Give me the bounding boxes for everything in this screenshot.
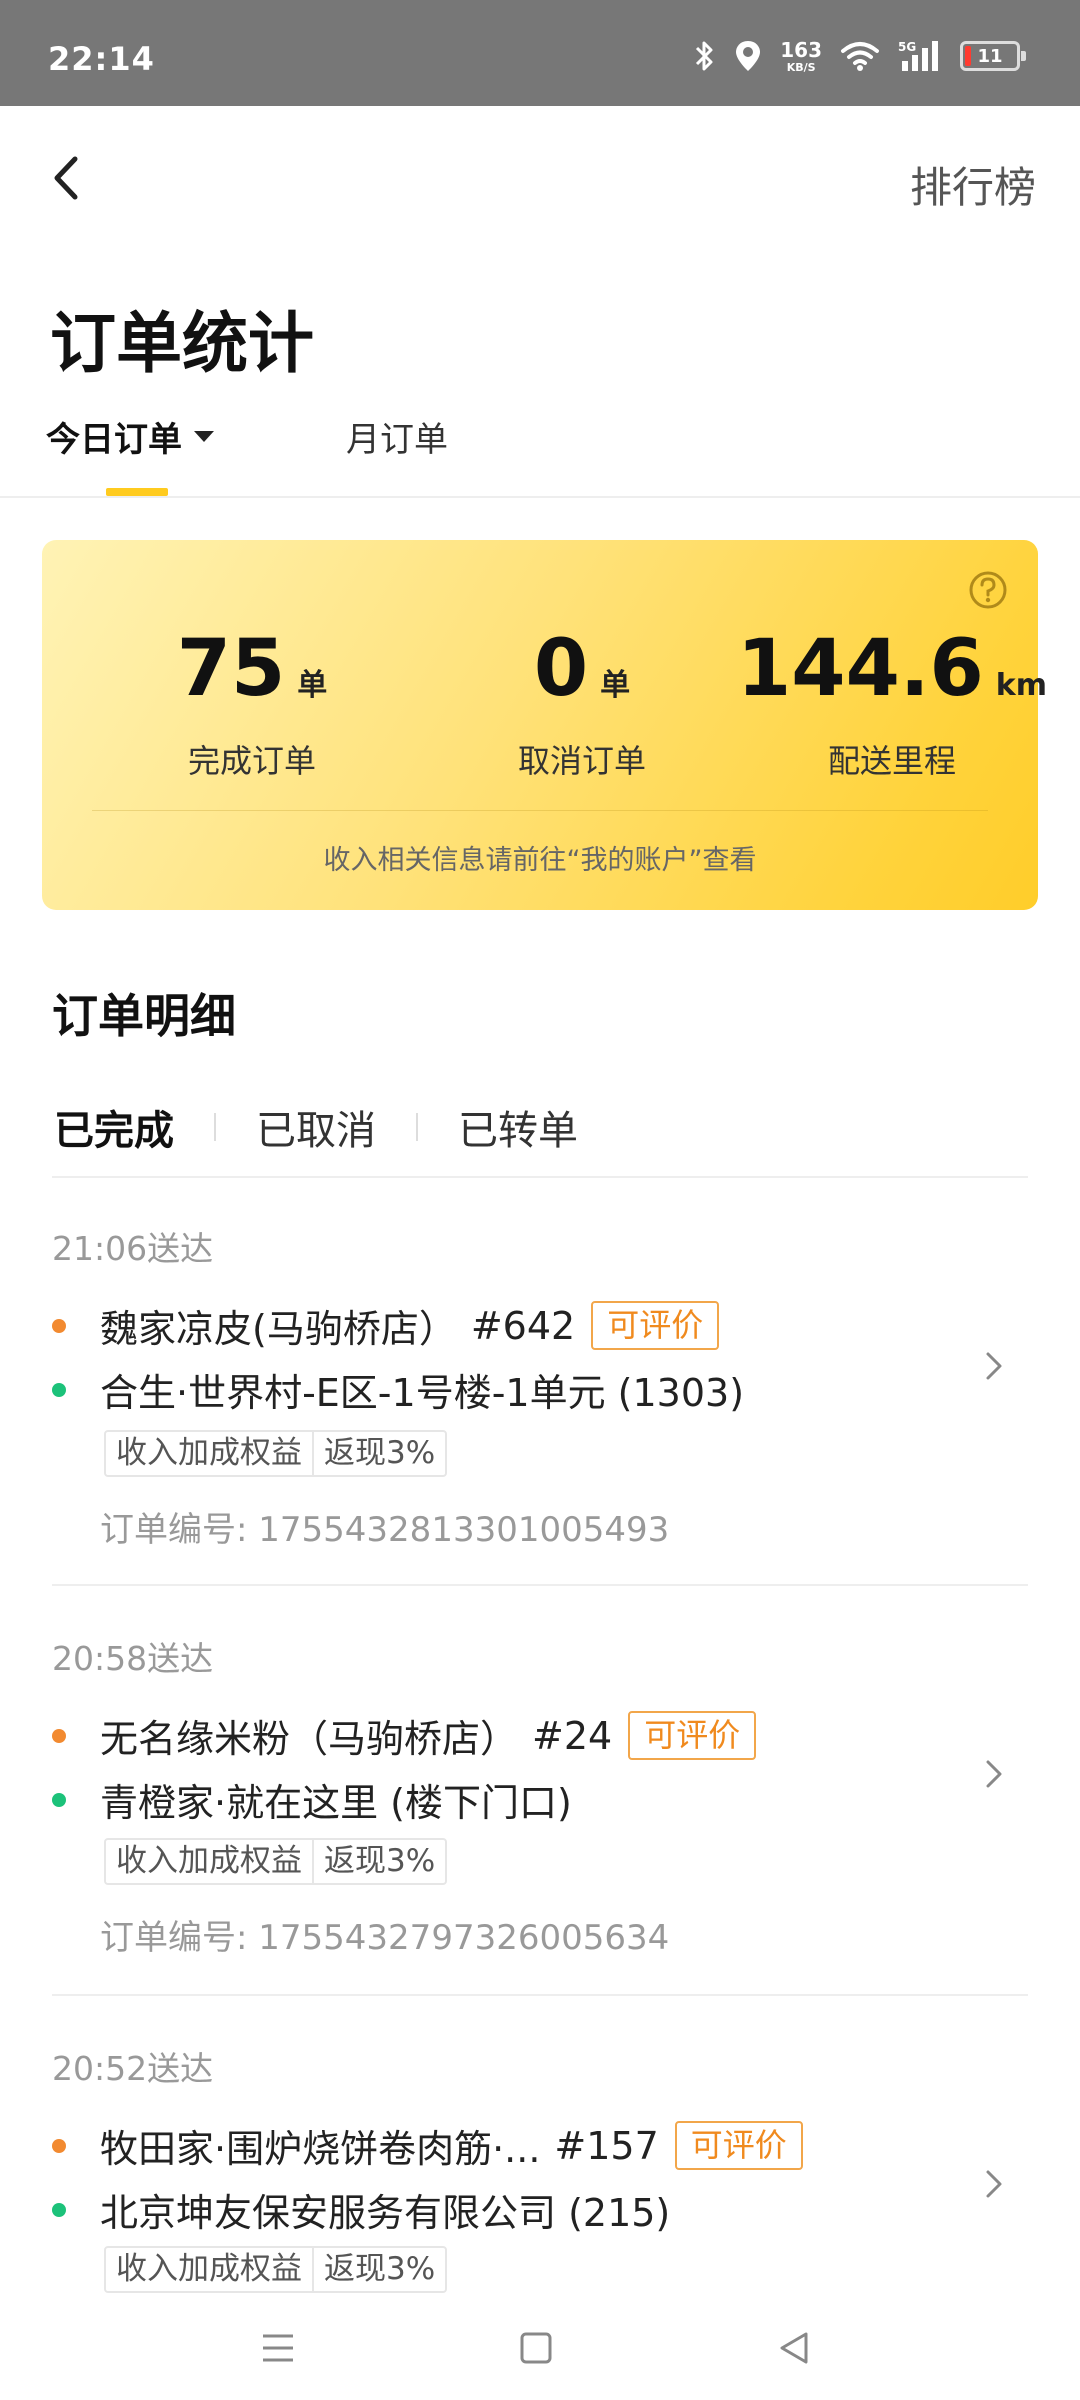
stat-cancelled-orders: 0 单 取消订单 — [432, 630, 732, 782]
order-item[interactable]: 20:58送达 无名缘米粉（马驹桥店） #24 可评价 青橙家·就在这里 (楼下… — [0, 1632, 1080, 1992]
stat-cancelled-unit: 单 — [600, 668, 631, 703]
benefit-tag: 收入加成权益 返现3% — [104, 2246, 448, 2294]
status-time: 22:14 — [48, 40, 155, 78]
tab-today-orders[interactable]: 今日订单 — [46, 412, 214, 461]
chevron-left-icon — [54, 156, 78, 200]
page-title: 订单统计 — [50, 305, 314, 382]
order-delivered-time: 20:58送达 — [52, 1639, 214, 1678]
income-note: 收入相关信息请前往“我的账户”查看 — [323, 845, 757, 876]
svg-text:5G: 5G — [898, 40, 916, 54]
benefit-tag: 收入加成权益 返现3% — [104, 1838, 448, 1886]
tabs-divider — [0, 496, 1080, 498]
stat-cancelled-label: 取消订单 — [517, 742, 646, 780]
status-bar: 22:14 163 KB/S 5G 11 — [0, 0, 1080, 106]
help-icon[interactable] — [968, 570, 1008, 610]
tab-completed[interactable]: 已完成 — [54, 1098, 174, 1156]
store-dot-icon — [52, 1318, 66, 1333]
chevron-right-icon[interactable] — [978, 1754, 1008, 1794]
detail-divider — [52, 1176, 1028, 1178]
tab-month-orders[interactable]: 月订单 — [346, 412, 448, 461]
net-speed-value: 163 — [780, 37, 822, 62]
order-divider — [52, 1994, 1028, 1996]
home-icon[interactable] — [518, 2328, 554, 2368]
stat-completed-value: 75 — [176, 624, 286, 714]
address-dot-icon — [52, 1792, 66, 1807]
benefit-tag-label: 收入加成权益 — [116, 1843, 302, 1879]
stat-completed-orders: 75 单 完成订单 — [102, 630, 402, 782]
location-icon — [736, 41, 761, 71]
detail-title: 订单明细 — [52, 989, 236, 1043]
period-tabs: 今日订单 月订单 — [46, 412, 448, 461]
status-icons: 163 KB/S 5G 11 — [694, 36, 1026, 76]
order-no: 订单编号: 1755432813301005493 — [100, 1510, 670, 1550]
order-address: 青橙家·就在这里 (楼下门口) — [100, 1781, 572, 1825]
stat-distance-value: 144.6 — [737, 624, 984, 714]
stat-completed-unit: 单 — [297, 668, 328, 703]
order-delivered-time: 20:52送达 — [52, 2049, 214, 2088]
wifi-icon — [841, 42, 879, 71]
order-address: 北京坤友保安服务有限公司 (215) — [100, 2191, 671, 2235]
tab-today-orders-label: 今日订单 — [46, 420, 182, 460]
order-number: #157 — [554, 2123, 659, 2168]
battery-icon: 11 — [960, 41, 1026, 71]
signal-5g-icon: 5G — [898, 40, 938, 71]
order-store: 牧田家·围炉烧饼卷肉筋·... — [100, 2127, 541, 2171]
benefit-tag-label: 收入加成权益 — [116, 2251, 302, 2287]
order-item[interactable]: 21:06送达 魏家凉皮(马驹桥店） #642 可评价 合生·世界村-E区-1号… — [0, 1222, 1080, 1582]
tab-separator — [214, 1113, 216, 1141]
net-speed-unit: KB/S — [786, 60, 816, 74]
store-dot-icon — [52, 2138, 66, 2153]
order-divider — [52, 1584, 1028, 1586]
tab-separator — [416, 1113, 418, 1141]
tab-month-orders-label: 月订单 — [346, 420, 448, 460]
tab-transferred[interactable]: 已转单 — [458, 1098, 578, 1156]
chevron-right-icon[interactable] — [978, 1346, 1008, 1386]
benefit-tag: 收入加成权益 返现3% — [104, 1430, 448, 1478]
card-divider — [92, 810, 988, 811]
order-address-line: 青橙家·就在这里 (楼下门口) — [52, 1772, 572, 1827]
rate-badge[interactable]: 可评价 — [591, 1301, 720, 1350]
stat-completed-label: 完成订单 — [187, 742, 316, 780]
tab-cancelled[interactable]: 已取消 — [256, 1098, 376, 1156]
rate-badge[interactable]: 可评价 — [628, 1711, 757, 1760]
back-triangle-icon[interactable] — [776, 2328, 812, 2368]
summary-card: 75 单 完成订单 0 单 取消订单 144.6 km 配送里程 收入相关信息请… — [42, 540, 1047, 910]
menu-icon[interactable] — [260, 2328, 296, 2368]
bluetooth-icon — [696, 41, 713, 71]
order-store-line: 魏家凉皮(马驹桥店） #642 可评价 — [52, 1298, 720, 1353]
benefit-tag-value: 返现3% — [312, 2248, 445, 2292]
order-address: 合生·世界村-E区-1号楼-1单元 (1303) — [100, 1371, 745, 1415]
store-dot-icon — [52, 1728, 66, 1743]
status-tabs: 已完成 已取消 已转单 — [54, 1098, 578, 1156]
rate-badge[interactable]: 可评价 — [674, 2121, 803, 2170]
benefit-tag-value: 返现3% — [312, 1432, 445, 1476]
order-number: #642 — [470, 1303, 576, 1348]
order-no: 订单编号: 1755432797326005634 — [100, 1918, 670, 1958]
order-number: #24 — [532, 1713, 613, 1758]
order-address-line: 合生·世界村-E区-1号楼-1单元 (1303) — [52, 1362, 744, 1417]
order-store-line: 牧田家·围炉烧饼卷肉筋·... #157 可评价 — [52, 2118, 803, 2173]
benefit-tag-value: 返现3% — [312, 1840, 445, 1884]
order-store: 无名缘米粉（马驹桥店） — [100, 1717, 519, 1761]
benefit-tag-label: 收入加成权益 — [116, 1435, 302, 1471]
stat-delivery-distance: 144.6 km 配送里程 — [737, 630, 1047, 782]
chevron-right-icon[interactable] — [978, 2164, 1008, 2204]
order-delivered-time: 21:06送达 — [52, 1229, 214, 1268]
stat-distance-label: 配送里程 — [827, 742, 956, 780]
order-item[interactable]: 20:52送达 牧田家·围炉烧饼卷肉筋·... #157 可评价 北京坤友保安服… — [0, 2042, 1080, 2300]
net-speed: 163 KB/S — [780, 40, 822, 73]
back-button[interactable] — [38, 150, 94, 206]
stat-cancelled-value: 0 — [533, 624, 589, 714]
address-dot-icon — [52, 1382, 66, 1397]
order-address-line: 北京坤友保安服务有限公司 (215) — [52, 2182, 670, 2237]
address-dot-icon — [52, 2202, 66, 2217]
order-store: 魏家凉皮(马驹桥店） — [100, 1307, 457, 1351]
order-store-line: 无名缘米粉（马驹桥店） #24 可评价 — [52, 1708, 757, 1763]
caret-down-icon — [194, 431, 214, 442]
system-nav-bar — [0, 2300, 1080, 2400]
tab-indicator — [106, 488, 168, 496]
ranking-link[interactable]: 排行榜 — [910, 154, 1036, 215]
stat-distance-unit: km — [995, 668, 1047, 703]
